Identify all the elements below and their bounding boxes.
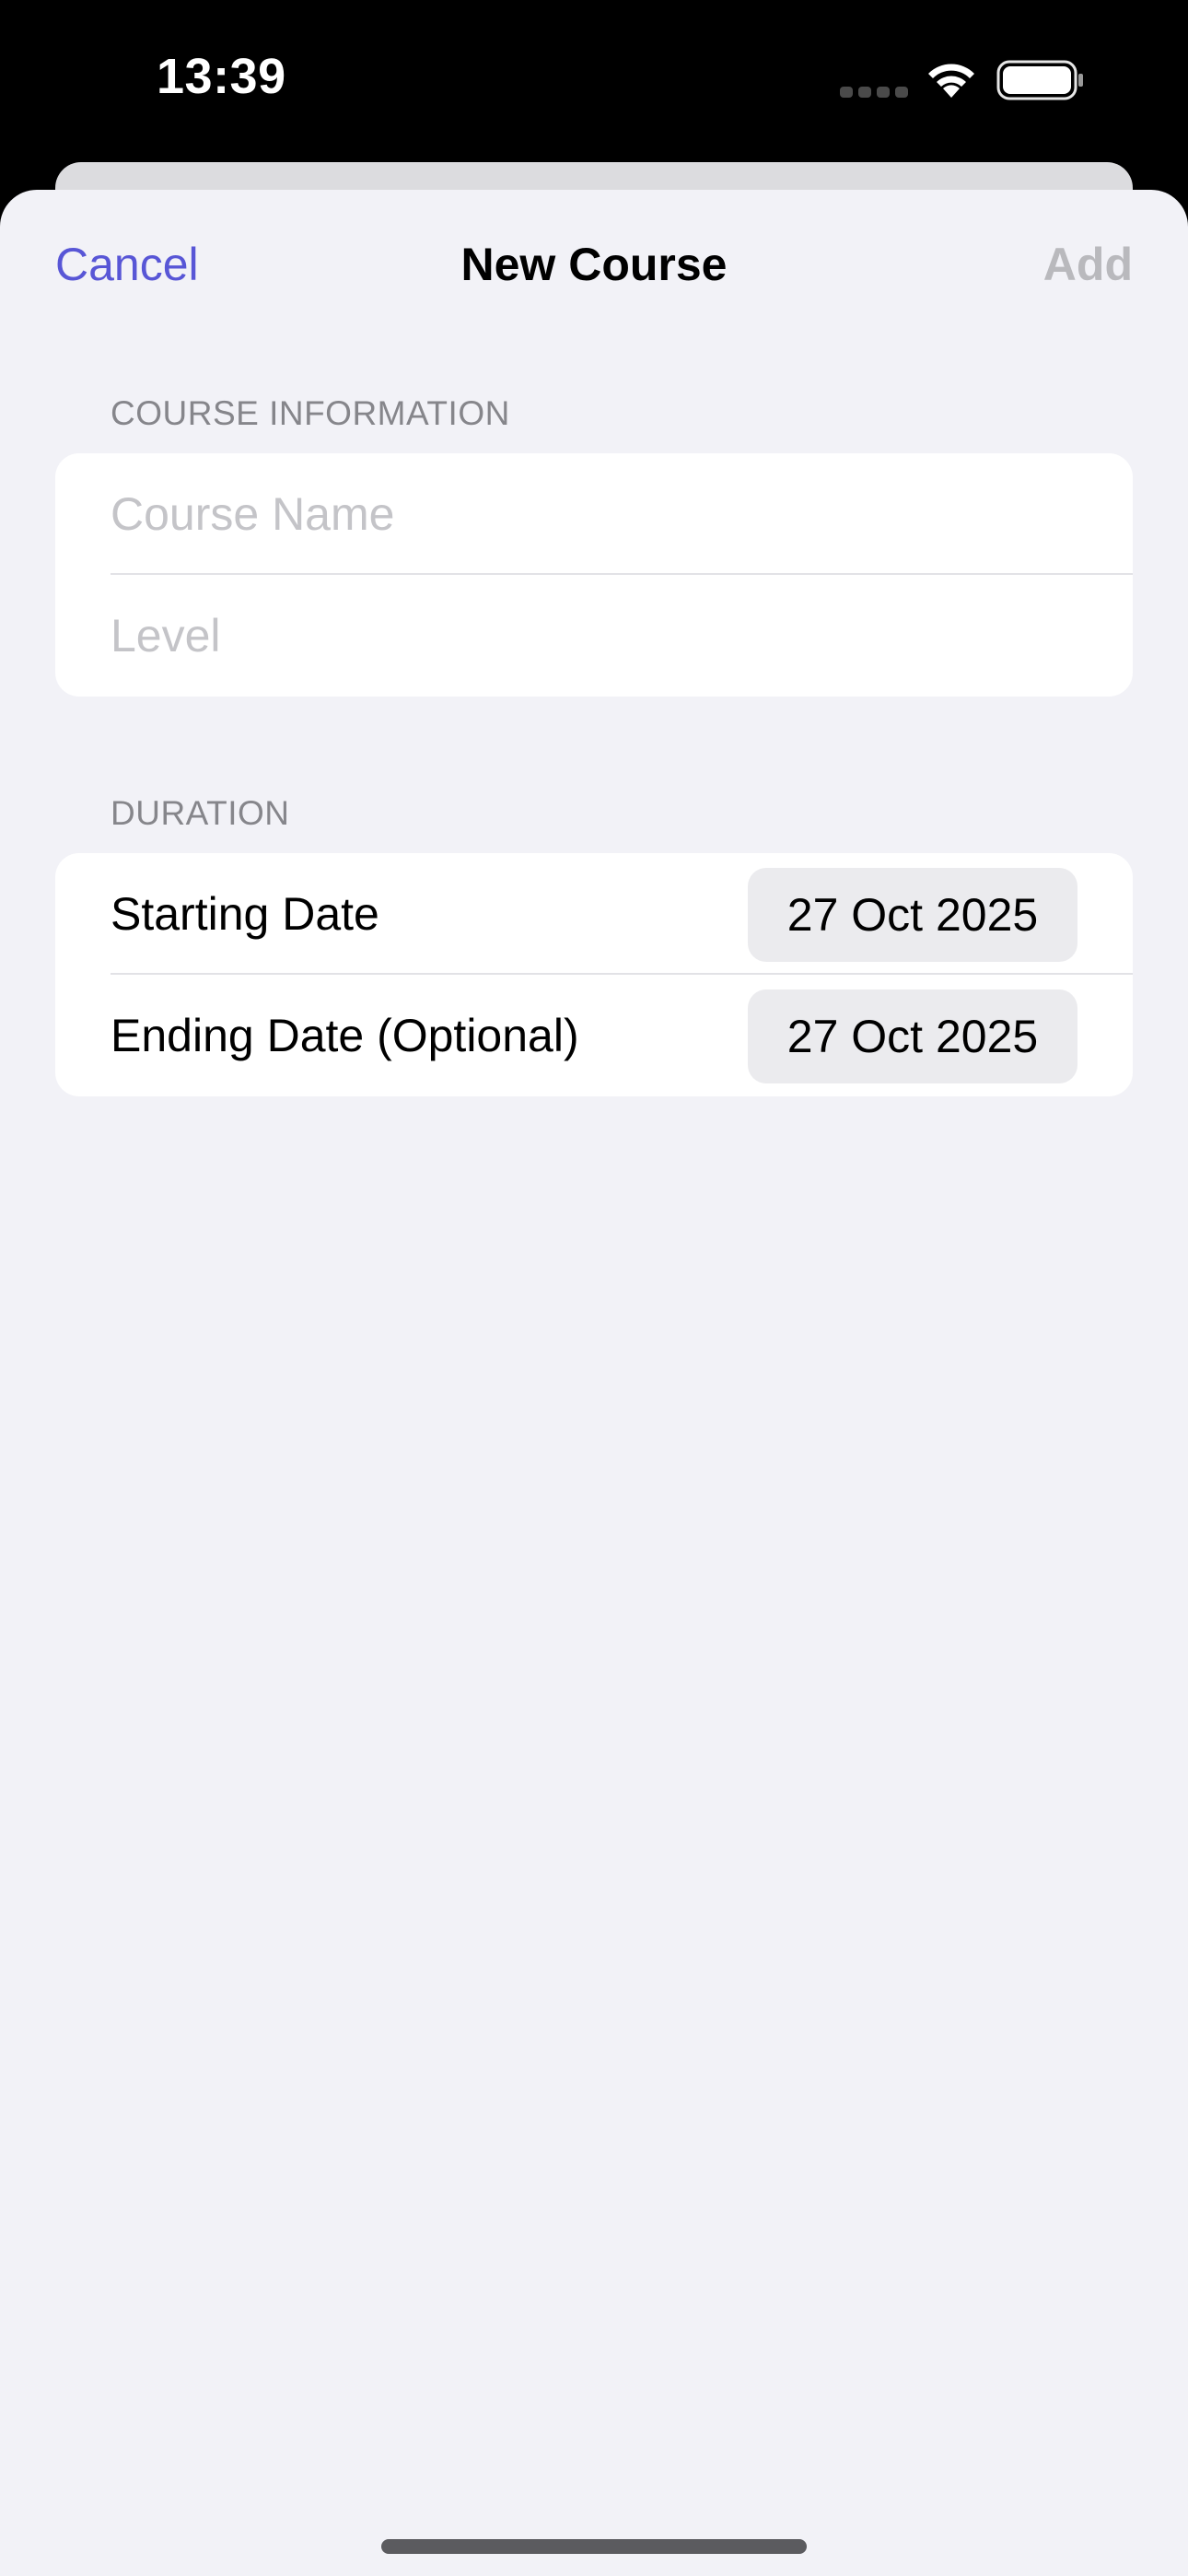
course-name-row bbox=[55, 453, 1133, 575]
ending-date-row: Ending Date (Optional) 27 Oct 2025 bbox=[55, 975, 1133, 1096]
add-button[interactable]: Add bbox=[1043, 238, 1133, 291]
starting-date-label: Starting Date bbox=[111, 888, 379, 940]
cancel-button[interactable]: Cancel bbox=[55, 238, 199, 291]
course-information-group bbox=[55, 453, 1133, 697]
course-name-input[interactable] bbox=[111, 453, 1087, 575]
status-bar: 13:39 bbox=[0, 0, 1188, 166]
starting-date-picker[interactable]: 27 Oct 2025 bbox=[748, 868, 1077, 962]
level-input[interactable] bbox=[111, 575, 1087, 697]
section-header-course-information: COURSE INFORMATION bbox=[111, 394, 510, 432]
battery-icon bbox=[996, 60, 1083, 100]
starting-date-row: Starting Date 27 Oct 2025 bbox=[55, 853, 1133, 975]
status-time: 13:39 bbox=[157, 49, 286, 104]
ending-date-label: Ending Date (Optional) bbox=[111, 1010, 579, 1061]
ending-date-picker[interactable]: 27 Oct 2025 bbox=[748, 989, 1077, 1083]
signal-dots-icon bbox=[840, 87, 908, 98]
home-indicator[interactable] bbox=[381, 2539, 807, 2554]
level-row bbox=[55, 575, 1133, 697]
section-header-duration: DURATION bbox=[111, 794, 290, 832]
duration-group: Starting Date 27 Oct 2025 Ending Date (O… bbox=[55, 853, 1133, 1096]
wifi-icon bbox=[928, 64, 974, 98]
